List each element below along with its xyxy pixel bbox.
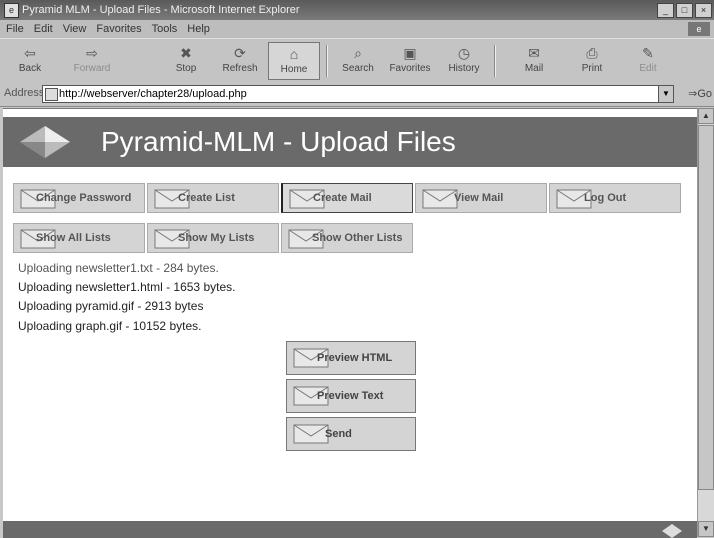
ie-icon: e bbox=[4, 3, 19, 18]
envelope-icon bbox=[293, 424, 329, 444]
edit-icon: ✎ bbox=[642, 45, 654, 61]
log-out-button[interactable]: Log Out bbox=[549, 183, 681, 213]
send-button[interactable]: Send bbox=[286, 417, 416, 451]
address-input[interactable] bbox=[59, 87, 639, 100]
favorites-label: Favorites bbox=[389, 63, 431, 74]
page-title: Pyramid-MLM - Upload Files bbox=[101, 126, 456, 157]
address-field[interactable]: ▼ bbox=[42, 85, 674, 103]
scroll-thumb[interactable] bbox=[698, 125, 714, 490]
edit-label: Edit bbox=[639, 63, 657, 74]
menu-view[interactable]: View bbox=[63, 20, 87, 38]
window-controls: _ □ × bbox=[657, 3, 712, 18]
standard-toolbar: ⇦ Back ⇨ Forward ✖ Stop ⟳ Refresh ⌂ Home ⌕ Sea… bbox=[0, 38, 714, 84]
ie-logo-icon: e bbox=[688, 22, 710, 36]
toolbar-separator bbox=[494, 45, 496, 77]
favorites-button[interactable]: ▣ Favorites bbox=[384, 42, 436, 80]
preview-text-label: Preview Text bbox=[317, 390, 384, 402]
change-password-button[interactable]: Change Password bbox=[13, 183, 145, 213]
upload-status-line: Uploading pyramid.gif - 2913 bytes bbox=[18, 299, 204, 313]
print-label: Print bbox=[581, 63, 603, 74]
chevron-down-icon[interactable]: ▼ bbox=[658, 86, 673, 102]
maximize-icon[interactable]: □ bbox=[676, 3, 693, 18]
view-mail-label: View Mail bbox=[454, 192, 504, 204]
home-button[interactable]: ⌂ Home bbox=[268, 42, 320, 80]
refresh-label: Refresh bbox=[222, 63, 258, 74]
mail-button[interactable]: ✉ Mail bbox=[508, 42, 560, 80]
stop-button[interactable]: ✖ Stop bbox=[160, 42, 212, 80]
home-label: Home bbox=[280, 64, 308, 75]
refresh-button[interactable]: ⟳ Refresh bbox=[214, 42, 266, 80]
minimize-icon[interactable]: _ bbox=[657, 3, 674, 18]
mail-label: Mail bbox=[524, 63, 544, 74]
menu-edit[interactable]: Edit bbox=[34, 20, 53, 38]
scroll-down-icon[interactable]: ▼ bbox=[698, 521, 714, 537]
vertical-scrollbar[interactable]: ▲ ▼ bbox=[697, 108, 714, 537]
log-out-label: Log Out bbox=[584, 192, 627, 204]
history-button[interactable]: ◷ History bbox=[438, 42, 490, 80]
history-label: History bbox=[448, 63, 480, 74]
window-title: Pyramid MLM - Upload Files - Microsoft I… bbox=[22, 4, 300, 16]
change-password-label: Change Password bbox=[36, 192, 132, 204]
show-all-lists-label: Show All Lists bbox=[36, 232, 111, 244]
forward-button[interactable]: ⇨ Forward bbox=[66, 42, 118, 80]
envelope-icon bbox=[422, 189, 458, 209]
upload-status-line: Uploading graph.gif - 10152 bytes. bbox=[18, 319, 202, 333]
edit-button[interactable]: ✎ Edit bbox=[622, 42, 674, 80]
refresh-icon: ⟳ bbox=[234, 45, 246, 61]
go-button[interactable]: ⇒Go bbox=[688, 87, 712, 100]
create-list-button[interactable]: Create List bbox=[147, 183, 279, 213]
show-my-lists-label: Show My Lists bbox=[178, 232, 255, 244]
create-mail-label: Create Mail bbox=[313, 192, 372, 204]
page-banner: Pyramid-MLM - Upload Files bbox=[3, 117, 697, 167]
create-list-label: Create List bbox=[178, 192, 235, 204]
view-mail-button[interactable]: View Mail bbox=[415, 183, 547, 213]
search-label: Search bbox=[342, 63, 374, 74]
address-label: Address bbox=[4, 87, 45, 99]
print-button[interactable]: ⎙ Print bbox=[566, 42, 618, 80]
show-all-lists-button[interactable]: Show All Lists bbox=[13, 223, 145, 253]
page-footer-banner bbox=[3, 521, 697, 538]
menu-tools[interactable]: Tools bbox=[152, 20, 178, 38]
menu-help[interactable]: Help bbox=[187, 20, 210, 38]
show-other-lists-button[interactable]: Show Other Lists bbox=[281, 223, 413, 253]
preview-html-label: Preview HTML bbox=[317, 352, 393, 364]
upload-status-line: Uploading newsletter1.txt - 284 bytes. bbox=[18, 261, 219, 275]
pyramid-logo-icon bbox=[662, 524, 682, 538]
show-my-lists-button[interactable]: Show My Lists bbox=[147, 223, 279, 253]
favorites-icon: ▣ bbox=[403, 45, 417, 61]
forward-label: Forward bbox=[73, 63, 111, 74]
show-other-lists-label: Show Other Lists bbox=[312, 232, 403, 244]
toolbar-separator bbox=[326, 45, 328, 77]
page-icon bbox=[45, 88, 58, 101]
history-icon: ◷ bbox=[457, 45, 471, 61]
upload-status-line: Uploading newsletter1.html - 1653 bytes. bbox=[18, 280, 236, 294]
print-icon: ⎙ bbox=[586, 45, 598, 61]
home-icon: ⌂ bbox=[289, 46, 299, 62]
stop-label: Stop bbox=[175, 63, 197, 74]
mail-icon: ✉ bbox=[528, 45, 540, 61]
scroll-up-icon[interactable]: ▲ bbox=[698, 108, 714, 124]
send-label: Send bbox=[325, 428, 352, 440]
preview-text-button[interactable]: Preview Text bbox=[286, 379, 416, 413]
search-button[interactable]: ⌕ Search bbox=[332, 42, 384, 80]
go-label: Go bbox=[697, 88, 712, 100]
page-viewport: Pyramid-MLM - Upload Files Change Passwo… bbox=[3, 108, 697, 538]
close-icon[interactable]: × bbox=[695, 3, 712, 18]
menu-file[interactable]: File bbox=[6, 20, 24, 38]
pyramid-logo-icon bbox=[20, 126, 70, 158]
menu-favorites[interactable]: Favorites bbox=[96, 20, 141, 38]
preview-html-button[interactable]: Preview HTML bbox=[286, 341, 416, 375]
create-mail-button[interactable]: Create Mail bbox=[281, 183, 413, 213]
menu-bar: File Edit View Favorites Tools Help e bbox=[0, 20, 714, 38]
forward-arrow-icon: ⇨ bbox=[86, 45, 98, 61]
back-button[interactable]: ⇦ Back bbox=[4, 42, 56, 80]
stop-icon: ✖ bbox=[180, 45, 192, 61]
address-bar: Address ▼ ⇒Go bbox=[0, 82, 714, 107]
back-arrow-icon: ⇦ bbox=[24, 45, 36, 61]
back-label: Back bbox=[18, 63, 42, 74]
search-icon: ⌕ bbox=[354, 45, 362, 61]
title-bar: e Pyramid MLM - Upload Files - Microsoft… bbox=[0, 0, 714, 20]
